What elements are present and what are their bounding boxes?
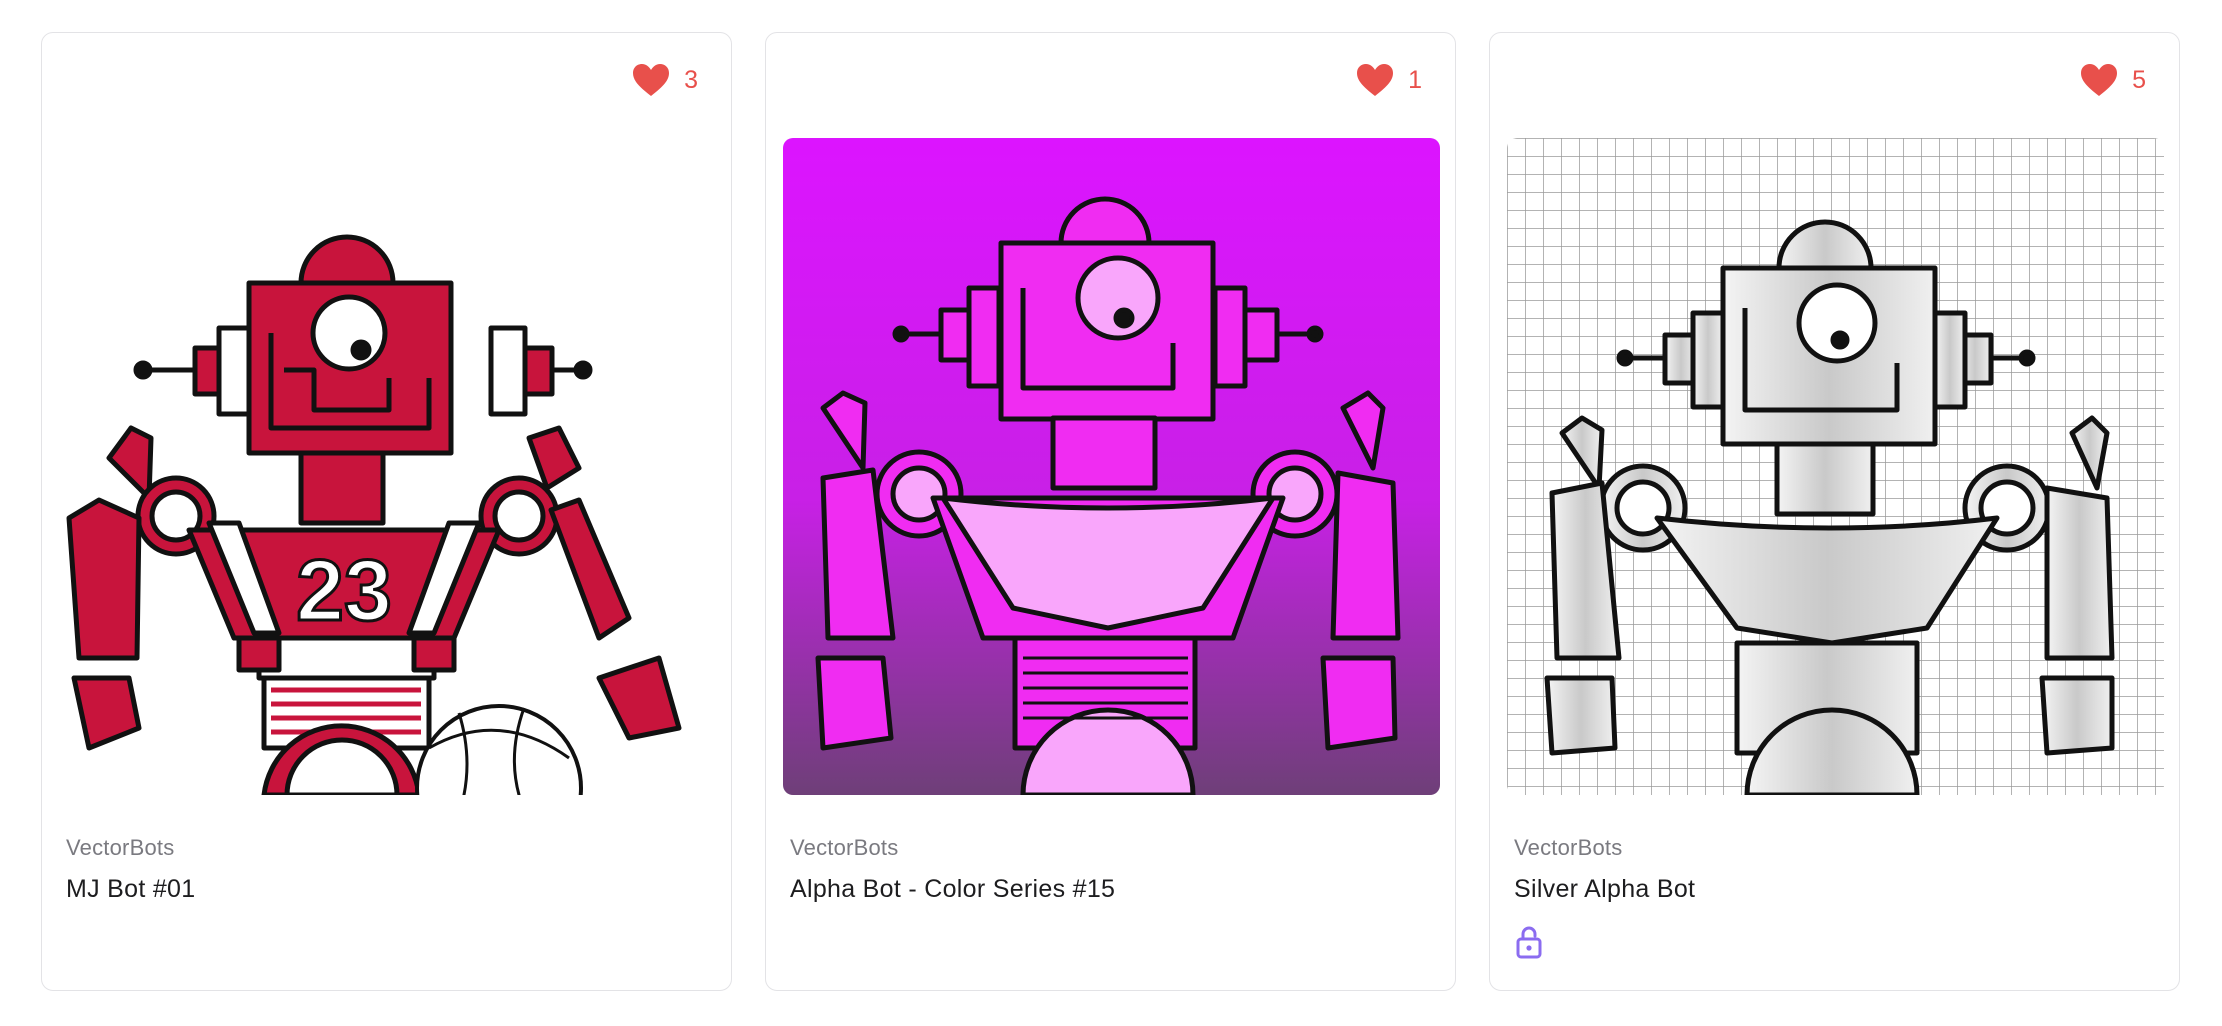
nft-artwork[interactable] bbox=[783, 138, 1440, 795]
nft-artwork[interactable]: 23 bbox=[59, 138, 716, 795]
heart-icon bbox=[2081, 64, 2118, 96]
creator-name[interactable]: VectorBots bbox=[1514, 835, 1695, 861]
item-title[interactable]: Silver Alpha Bot bbox=[1514, 875, 1695, 904]
like-button[interactable]: 1 bbox=[1356, 59, 1422, 101]
nft-card[interactable]: 3 23 VectorBots MJ Bot #01 bbox=[41, 32, 732, 991]
card-meta: VectorBots Silver Alpha Bot bbox=[1514, 835, 1695, 904]
heart-icon bbox=[633, 64, 670, 96]
jersey-number: 23 bbox=[296, 543, 392, 639]
nft-card[interactable]: 1 VectorBots Alpha Bot - Color Series #1… bbox=[765, 32, 1456, 991]
like-count: 3 bbox=[684, 65, 698, 94]
like-button[interactable]: 5 bbox=[2080, 59, 2146, 101]
robot-illustration: 23 bbox=[59, 138, 716, 795]
robot-illustration bbox=[783, 138, 1440, 795]
heart-icon bbox=[1357, 64, 1394, 96]
nft-card[interactable]: 5 VectorBots Silver Alpha Bot bbox=[1489, 32, 2180, 991]
creator-name[interactable]: VectorBots bbox=[790, 835, 1115, 861]
unlock-icon[interactable] bbox=[1515, 925, 1543, 959]
creator-name[interactable]: VectorBots bbox=[66, 835, 195, 861]
like-count: 1 bbox=[1408, 65, 1422, 94]
collectibles-grid: 3 23 VectorBots MJ Bot #01 1 VectorBots … bbox=[0, 0, 2222, 1026]
card-meta: VectorBots Alpha Bot - Color Series #15 bbox=[790, 835, 1115, 904]
like-count: 5 bbox=[2132, 65, 2146, 94]
card-meta: VectorBots MJ Bot #01 bbox=[66, 835, 195, 904]
item-title[interactable]: MJ Bot #01 bbox=[66, 875, 195, 904]
item-title[interactable]: Alpha Bot - Color Series #15 bbox=[790, 875, 1115, 904]
like-button[interactable]: 3 bbox=[632, 59, 698, 101]
nft-artwork[interactable] bbox=[1507, 138, 2164, 795]
robot-illustration bbox=[1507, 138, 2164, 795]
